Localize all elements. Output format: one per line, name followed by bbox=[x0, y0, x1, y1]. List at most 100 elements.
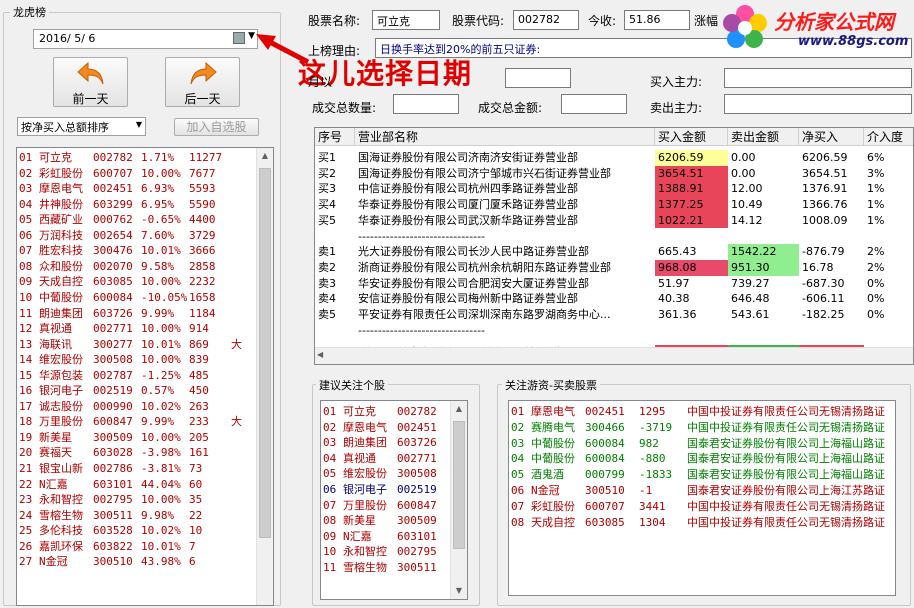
stock-code: 002795 bbox=[93, 493, 133, 507]
detail-row[interactable]: 卖2 浙商证券股份有限公司杭州余杭朝阳东路证券营业部 968.08 951.30 16.… bbox=[315, 259, 913, 276]
suggest-list-item[interactable]: 09 N汇嘉 603101 bbox=[323, 529, 449, 545]
suggest-name: 银河电子 bbox=[343, 483, 387, 496]
stock-change: -0.65% bbox=[141, 213, 181, 227]
stock-list-item[interactable]: 27 N金冠 300510 43.98% 6 bbox=[19, 554, 255, 570]
col-header-dept[interactable]: 营业部名称 bbox=[355, 128, 655, 146]
stock-list-item[interactable]: 26 嘉凯环保 603822 10.01% 7 bbox=[19, 539, 255, 555]
stock-list-item[interactable]: 07 胜宏科技 300476 10.01% 3666 bbox=[19, 243, 255, 259]
main-buy-field[interactable] bbox=[724, 68, 912, 88]
suggest-list-item[interactable]: 02 摩恩电气 002451 bbox=[323, 420, 449, 436]
detail-row[interactable]: 买2 国海证券股份有限公司济宁邹城市兴石街证券营业部 3654.51 0.00 3654… bbox=[315, 165, 913, 182]
stock-list-item[interactable]: 13 海联讯 300277 10.01% 869 大 bbox=[19, 337, 255, 353]
next-day-button[interactable]: 后一天 bbox=[165, 57, 240, 107]
suggest-list-item[interactable]: 11 雪榕生物 300511 bbox=[323, 560, 449, 576]
prev-day-button[interactable]: 前一天 bbox=[53, 57, 128, 107]
scroll-thumb[interactable] bbox=[453, 421, 465, 549]
stock-list-item[interactable]: 20 赛福天 603028 -3.98% 161 bbox=[19, 445, 255, 461]
stock-list-item[interactable]: 16 银河电子 002519 0.57% 450 bbox=[19, 383, 255, 399]
calendar-icon[interactable] bbox=[233, 32, 245, 44]
hot-money-item[interactable]: 01 摩恩电气 002451 1295 中国中投证券有限责任公司无锡清扬路证 bbox=[511, 404, 895, 420]
stock-name-field[interactable]: 可立克 bbox=[372, 10, 440, 30]
suggest-list-scrollbar[interactable]: ▲ ▼ bbox=[450, 401, 467, 599]
detail-dept: 国海证券股份有限公司济南济安街证券营业部 bbox=[358, 151, 578, 164]
hot-money-item[interactable]: 08 天成自控 603085 1304 中国中投证券有限责任公司无锡清扬路证 bbox=[511, 515, 895, 531]
hot-money-item[interactable]: 02 赛腾电气 300466 -3719 中国中投证券有限责任公司无锡清扬路证 bbox=[511, 420, 895, 436]
hot-money-item[interactable]: 04 中葡股份 600084 -880 国泰君安证券股份有限公司上海福山路证 bbox=[511, 451, 895, 467]
month-field[interactable] bbox=[505, 68, 571, 88]
stock-list-item[interactable]: 09 天成自控 603085 10.00% 2232 bbox=[19, 274, 255, 290]
col-header-net[interactable]: 净买入 bbox=[799, 128, 864, 146]
col-header-buy[interactable]: 买入金额 bbox=[655, 128, 728, 146]
detail-row[interactable]: 卖4 安信证券股份有限公司梅州新中路证券营业部 40.38 646.48 -606.11… bbox=[315, 291, 913, 307]
hot-money-item[interactable]: 07 彩虹股份 600707 3441 中国中投证券有限责任公司无锡清扬路证 bbox=[511, 499, 895, 515]
stock-list-item[interactable]: 14 维宏股份 300508 10.00% 839 bbox=[19, 352, 255, 368]
total-count-field[interactable] bbox=[393, 94, 459, 114]
stock-list-item[interactable]: 25 多伦科技 603528 10.02% 10 bbox=[19, 523, 255, 539]
detail-grid-hscrollbar[interactable]: ◀ bbox=[315, 347, 913, 364]
scroll-up-icon[interactable]: ▲ bbox=[257, 148, 273, 164]
close-price-field[interactable]: 51.86 bbox=[624, 10, 690, 30]
hot-money-item[interactable]: 06 N金冠 300510 -1 国泰君安证券股份有限公司上海江苏路证 bbox=[511, 483, 895, 499]
main-sell-field[interactable] bbox=[724, 94, 912, 114]
col-header-no[interactable]: 序号 bbox=[315, 128, 355, 146]
stock-list[interactable]: 01 可立克 002782 1.71% 11277 02 彩虹股份 600707 10.00% 7… bbox=[16, 147, 274, 606]
suggest-list-item[interactable]: 07 万里股份 600847 bbox=[323, 498, 449, 514]
stock-no: 02 bbox=[19, 166, 33, 180]
stock-code: 002787 bbox=[93, 368, 133, 382]
col-header-sell[interactable]: 卖出金额 bbox=[728, 128, 799, 146]
detail-row[interactable]: 买4 华泰证券股份有限公司厦门厦禾路证券营业部 1377.25 10.49 1366.7… bbox=[315, 197, 913, 213]
suggest-list-item[interactable]: 01 可立克 002782 bbox=[323, 404, 449, 420]
detail-row[interactable]: 卖3 华安证券股份有限公司合肥润安大厦证券营业部 51.97 739.27 -687.3… bbox=[315, 276, 913, 292]
suggest-list-item[interactable]: 03 朗迪集团 603726 bbox=[323, 435, 449, 451]
detail-row[interactable]: 买3 中信证券股份有限公司杭州四季路证券营业部 1388.91 12.00 1376.9… bbox=[315, 181, 913, 198]
stock-list-item[interactable]: 02 彩虹股份 600707 10.00% 7677 bbox=[19, 166, 255, 182]
stock-list-item[interactable]: 11 朗迪集团 603726 9.99% 1184 bbox=[19, 306, 255, 322]
stock-list-item[interactable]: 24 雪榕生物 300511 9.98% 22 bbox=[19, 508, 255, 524]
detail-row[interactable]: 卖5 平安证券有限责任公司深圳深南东路罗湖商务中心... 361.36 543.61 -… bbox=[315, 307, 913, 323]
detail-ratio: 0% bbox=[867, 292, 885, 306]
date-picker[interactable]: 2016/ 5/ 6 ▼ bbox=[33, 29, 258, 49]
detail-row[interactable]: 买1 国海证券股份有限公司济南济安街证券营业部 6206.59 0.00 6206.59… bbox=[315, 150, 913, 166]
stock-change: 10.01% bbox=[141, 539, 181, 553]
scroll-up-icon[interactable]: ▲ bbox=[451, 401, 467, 417]
stock-list-item[interactable]: 15 华源包装 002787 -1.25% 485 bbox=[19, 368, 255, 384]
suggest-list-item[interactable]: 04 真视通 002771 bbox=[323, 451, 449, 467]
sort-select[interactable]: 按净买入总额排序 ▼ bbox=[17, 117, 146, 136]
detail-row[interactable]: 卖1 光大证券股份有限公司长沙人民中路证券营业部 665.43 1542.22 -876… bbox=[315, 244, 913, 260]
col-header-ratio[interactable]: 介入度 bbox=[864, 128, 913, 146]
stock-list-item[interactable]: 18 万里股份 600847 9.99% 233 大 bbox=[19, 414, 255, 430]
hot-money-list[interactable]: 01 摩恩电气 002451 1295 中国中投证券有限责任公司无锡清扬路证 02 赛腾电气… bbox=[508, 400, 896, 596]
stock-list-scrollbar[interactable]: ▲ bbox=[256, 148, 273, 605]
scroll-down-icon[interactable]: ▼ bbox=[451, 583, 467, 599]
stock-list-item[interactable]: 12 真视通 002771 10.00% 914 bbox=[19, 321, 255, 337]
stock-list-item[interactable]: 10 中葡股份 600084 -10.05% 1658 bbox=[19, 290, 255, 306]
stock-list-item[interactable]: 04 井神股份 603299 6.95% 5590 bbox=[19, 197, 255, 213]
stock-list-item[interactable]: 01 可立克 002782 1.71% 11277 bbox=[19, 150, 255, 166]
stock-list-item[interactable]: 22 N汇嘉 603101 44.04% 60 bbox=[19, 477, 255, 493]
stock-code-field[interactable]: 002782 bbox=[513, 10, 579, 30]
suggest-list-item[interactable]: 05 维宏股份 300508 bbox=[323, 466, 449, 482]
stock-list-item[interactable]: 03 摩恩电气 002451 6.93% 5593 bbox=[19, 181, 255, 197]
stock-net-buy: 7 bbox=[189, 539, 196, 553]
stock-list-item[interactable]: 21 银宝山新 002786 -3.81% 73 bbox=[19, 461, 255, 477]
stock-list-item[interactable]: 19 新美星 300509 10.00% 205 bbox=[19, 430, 255, 446]
scroll-left-icon[interactable]: ◀ bbox=[317, 350, 323, 359]
suggest-list-item[interactable]: 08 新美星 300509 bbox=[323, 513, 449, 529]
total-amount-field[interactable] bbox=[561, 94, 627, 114]
stock-list-item[interactable]: 23 永和智控 002795 10.00% 35 bbox=[19, 492, 255, 508]
stock-list-item[interactable]: 06 万润科技 002654 7.60% 3729 bbox=[19, 228, 255, 244]
suggest-list[interactable]: 01 可立克 002782 02 摩恩电气 002451 03 朗迪集团 603726 04 真视通… bbox=[320, 400, 468, 600]
stock-change: 6.95% bbox=[141, 197, 175, 211]
hot-money-item[interactable]: 03 中葡股份 600084 982 国泰君安证券股份有限公司上海福山路证 bbox=[511, 436, 895, 452]
stock-change: 10.00% bbox=[141, 493, 181, 507]
add-watch-button[interactable]: 加入自选股 bbox=[174, 118, 259, 136]
detail-row[interactable]: 买5 华泰证券股份有限公司武汉新华路证券营业部 1022.21 14.12 1008.0… bbox=[315, 212, 913, 229]
suggest-list-item[interactable]: 10 永和智控 002795 bbox=[323, 544, 449, 560]
detail-grid[interactable]: 序号 营业部名称 买入金额 卖出金额 净买入 介入度 买1 国海证券股份有限公司济… bbox=[314, 127, 914, 365]
stock-list-item[interactable]: 08 众和股份 002070 9.58% 2858 bbox=[19, 259, 255, 275]
scroll-thumb[interactable] bbox=[259, 168, 271, 538]
suggest-list-item[interactable]: 06 银河电子 002519 bbox=[323, 482, 449, 498]
hot-money-item[interactable]: 05 酒鬼酒 000799 -1833 国泰君安证券股份有限公司上海福山路证 bbox=[511, 467, 895, 483]
stock-list-item[interactable]: 05 西藏矿业 000762 -0.65% 4400 bbox=[19, 212, 255, 228]
stock-list-item[interactable]: 17 诚志股份 000990 10.02% 263 bbox=[19, 399, 255, 415]
